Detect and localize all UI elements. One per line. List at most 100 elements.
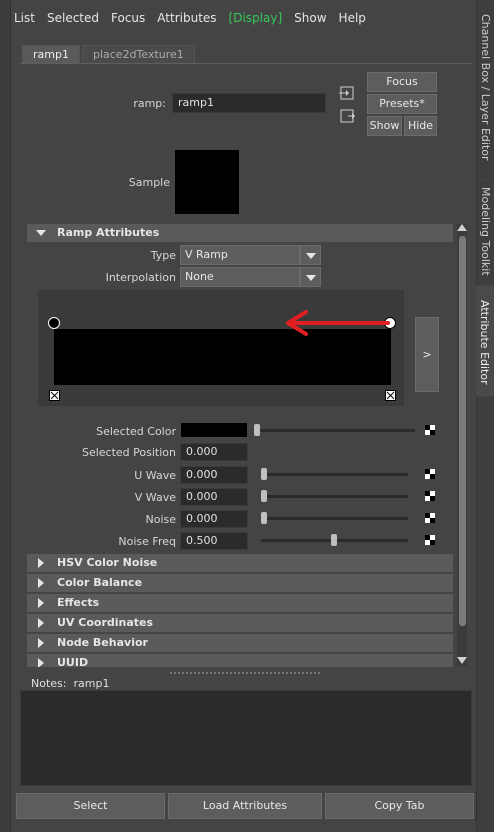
tab-place2dtexture1[interactable]: place2dTexture1 xyxy=(81,45,195,64)
type-dropdown[interactable]: V Ramp xyxy=(180,245,300,265)
hide-button[interactable]: Hide xyxy=(404,116,437,136)
noise-field[interactable]: 0.000 xyxy=(180,510,248,528)
expand-arrow-icon xyxy=(38,598,44,608)
u-wave-label: U Wave xyxy=(134,469,176,482)
sample-label: Sample xyxy=(128,176,170,189)
notes-textarea[interactable] xyxy=(20,690,472,786)
interpolation-label: Interpolation xyxy=(105,271,176,284)
u-wave-slider-handle[interactable] xyxy=(261,468,267,480)
map-texture-icon[interactable] xyxy=(425,469,435,479)
section-label: Node Behavior xyxy=(57,636,148,649)
side-tab-empty xyxy=(476,397,494,832)
expand-arrow-icon xyxy=(38,638,44,648)
menu-bar: List Selected Focus Attributes [Display]… xyxy=(14,6,378,30)
sample-swatch xyxy=(175,150,239,214)
section-hsv-color-noise[interactable]: HSV Color Noise xyxy=(27,554,453,572)
section-uuid-clip: UUID xyxy=(27,654,453,667)
section-label: HSV Color Noise xyxy=(57,556,158,569)
v-wave-label: V Wave xyxy=(134,491,176,504)
section-uv-coordinates[interactable]: UV Coordinates xyxy=(27,614,453,632)
interpolation-dropdown-arrow[interactable] xyxy=(300,267,321,287)
side-tab-modeling-toolkit[interactable]: Modeling Toolkit xyxy=(476,181,494,285)
tab-ramp1[interactable]: ramp1 xyxy=(22,45,80,64)
section-uuid[interactable]: UUID xyxy=(27,654,453,667)
noise-freq-field[interactable]: 0.500 xyxy=(180,532,248,550)
section-label: Effects xyxy=(57,596,100,609)
presets-button[interactable]: Presets* xyxy=(367,94,437,114)
delete-entry-icon-left[interactable] xyxy=(49,390,60,401)
selected-color-slider[interactable] xyxy=(254,429,415,432)
menu-attributes[interactable]: Attributes xyxy=(157,11,216,25)
input-connection-icon[interactable] xyxy=(338,84,356,102)
section-label: UUID xyxy=(57,656,89,667)
node-name-label: ramp: xyxy=(133,97,166,110)
v-wave-field[interactable]: 0.000 xyxy=(180,488,248,506)
noise-freq-label: Noise Freq xyxy=(118,535,176,548)
u-wave-field[interactable]: 0.000 xyxy=(180,466,248,484)
menu-display[interactable]: [Display] xyxy=(229,11,283,25)
map-texture-icon[interactable] xyxy=(425,513,435,523)
copy-tab-button[interactable]: Copy Tab xyxy=(325,793,474,819)
collapse-arrow-icon xyxy=(36,230,46,236)
red-arrow-annotation xyxy=(282,310,390,338)
scroll-down-icon[interactable] xyxy=(457,657,467,664)
menu-list[interactable]: List xyxy=(14,11,35,25)
side-tab-label: Attribute Editor xyxy=(478,300,491,385)
menu-focus[interactable]: Focus xyxy=(111,11,145,25)
notes-node-name: ramp1 xyxy=(73,677,110,690)
menu-help[interactable]: Help xyxy=(339,11,366,25)
expand-arrow-icon xyxy=(38,578,44,588)
expand-arrow-icon xyxy=(38,658,44,667)
selected-color-label: Selected Color xyxy=(96,425,176,438)
menu-selected[interactable]: Selected xyxy=(47,11,99,25)
ramp-attributes-title: Ramp Attributes xyxy=(57,226,160,239)
ramp-color-handle-left[interactable] xyxy=(48,317,60,329)
interpolation-dropdown[interactable]: None xyxy=(180,267,300,287)
selected-position-field[interactable]: 0.000 xyxy=(180,443,248,461)
section-color-balance[interactable]: Color Balance xyxy=(27,574,453,592)
left-panel-edge xyxy=(0,0,11,832)
scrollbar-thumb[interactable] xyxy=(459,236,466,626)
menu-display-label: Display xyxy=(233,11,278,25)
ramp-attributes-header[interactable]: Ramp Attributes xyxy=(27,224,453,242)
focus-button[interactable]: Focus xyxy=(367,72,437,92)
delete-entry-icon-right[interactable] xyxy=(385,390,396,401)
section-effects[interactable]: Effects xyxy=(27,594,453,612)
menu-show[interactable]: Show xyxy=(294,11,326,25)
type-label: Type xyxy=(150,249,176,262)
side-tab-channel-box[interactable]: Channel Box / Layer Editor xyxy=(476,0,494,180)
output-connection-icon[interactable] xyxy=(338,107,356,125)
noise-slider[interactable] xyxy=(261,517,408,520)
expand-ramp-button[interactable]: > xyxy=(415,317,439,392)
expand-arrow-icon xyxy=(38,618,44,628)
side-tab-attribute-editor[interactable]: Attribute Editor xyxy=(476,286,494,396)
type-dropdown-arrow[interactable] xyxy=(300,245,321,265)
select-button[interactable]: Select xyxy=(16,793,165,819)
map-texture-icon[interactable] xyxy=(425,535,435,545)
noise-label: Noise xyxy=(145,513,176,526)
section-label: Color Balance xyxy=(57,576,143,589)
map-texture-icon[interactable] xyxy=(425,425,435,435)
show-button[interactable]: Show xyxy=(367,116,402,136)
load-attributes-button[interactable]: Load Attributes xyxy=(168,793,322,819)
v-wave-slider-handle[interactable] xyxy=(261,490,267,502)
selected-position-label: Selected Position xyxy=(81,446,176,459)
notes-label: Notes: ramp1 xyxy=(31,677,110,690)
map-texture-icon[interactable] xyxy=(425,491,435,501)
node-tabs: ramp1 place2dTexture1 xyxy=(22,45,197,64)
v-wave-slider[interactable] xyxy=(261,495,408,498)
noise-slider-handle[interactable] xyxy=(261,512,267,524)
selected-color-slider-handle[interactable] xyxy=(254,424,260,436)
u-wave-slider[interactable] xyxy=(261,473,408,476)
expand-arrow-icon xyxy=(38,558,44,568)
selected-color-swatch[interactable] xyxy=(181,423,247,437)
node-name-field[interactable]: ramp1 xyxy=(172,93,326,113)
noise-freq-slider-handle[interactable] xyxy=(331,534,337,546)
section-label: UV Coordinates xyxy=(57,616,154,629)
side-tab-label: Modeling Toolkit xyxy=(479,187,492,276)
scroll-up-icon[interactable] xyxy=(457,224,467,231)
side-tab-label: Channel Box / Layer Editor xyxy=(479,14,492,161)
tab-divider xyxy=(20,63,472,64)
section-node-behavior[interactable]: Node Behavior xyxy=(27,634,453,652)
pane-splitter[interactable] xyxy=(170,672,320,674)
